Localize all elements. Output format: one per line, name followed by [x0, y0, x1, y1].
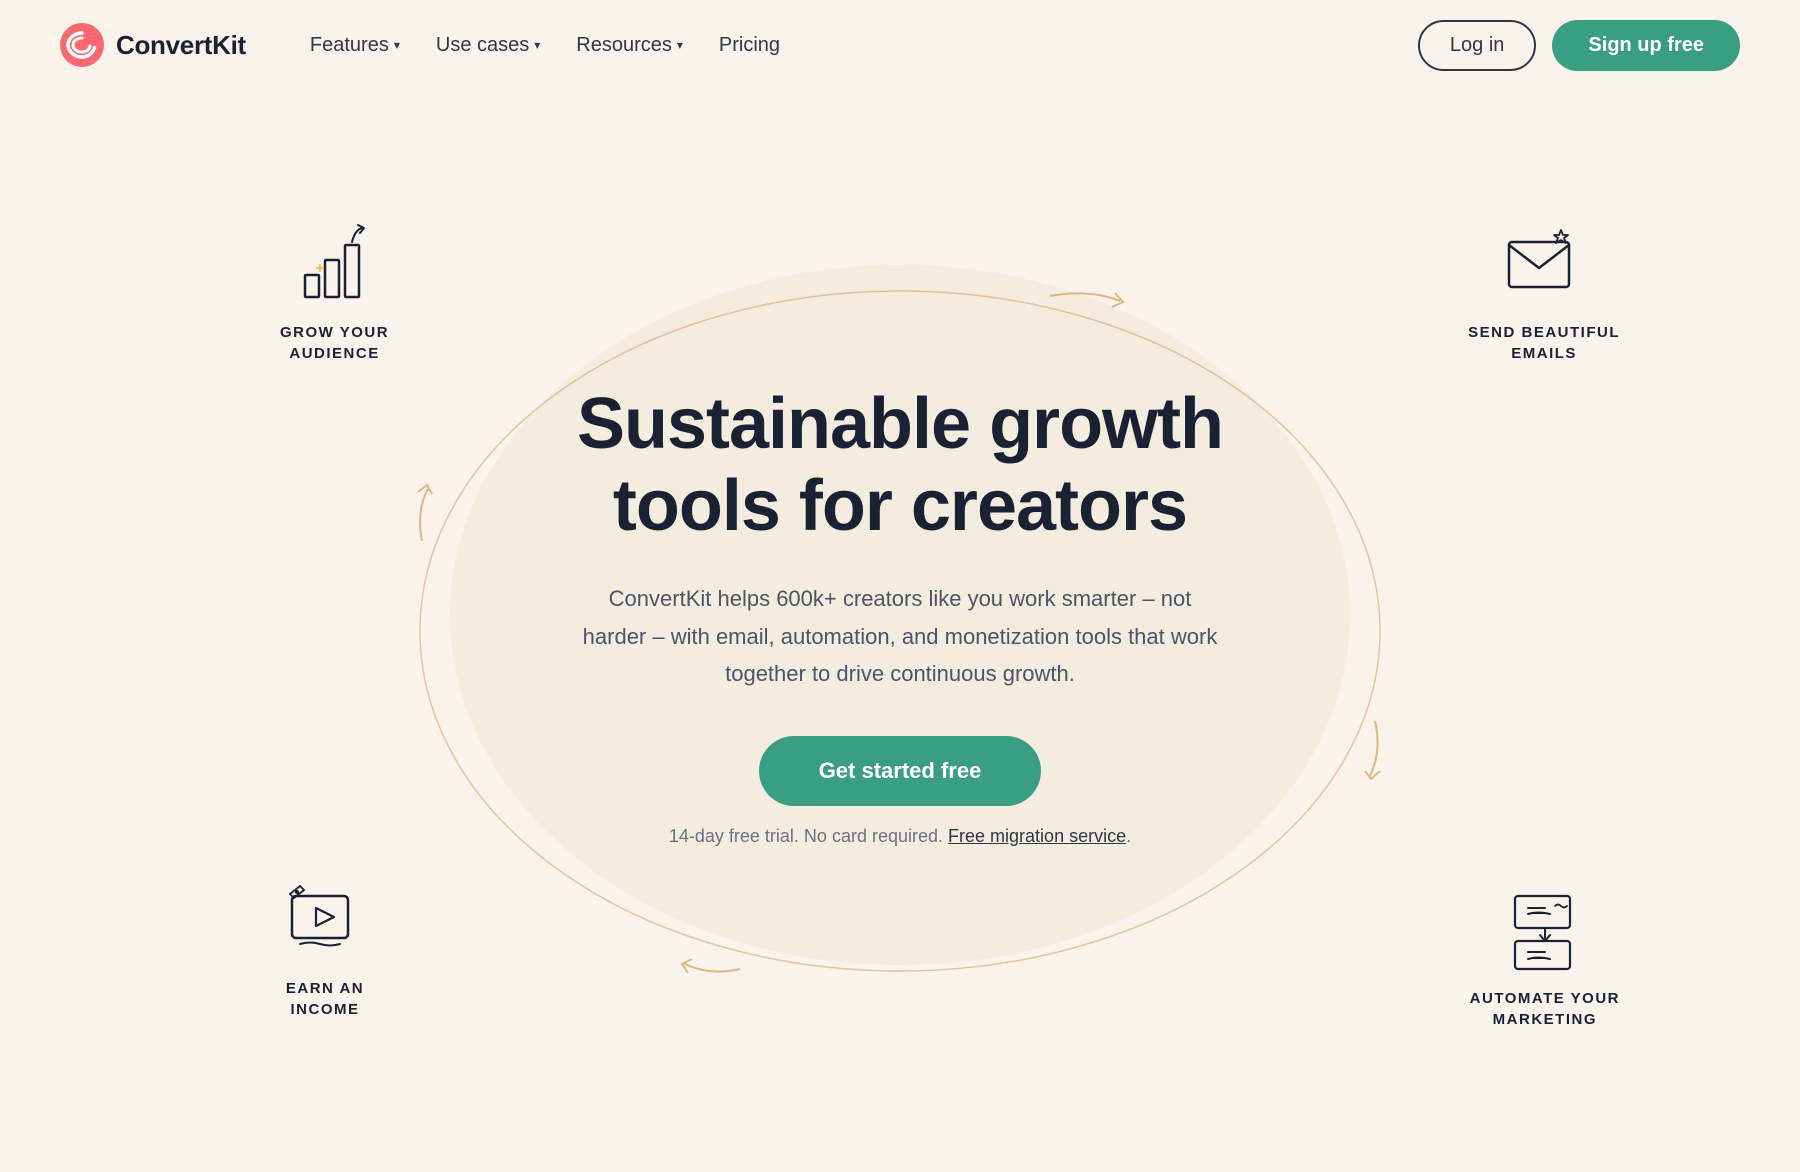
hero-section: GROW YOURAUDIENCE SEND BEAUTIFULEMAILS	[0, 90, 1800, 1140]
login-button[interactable]: Log in	[1418, 20, 1537, 71]
feature-automate: AUTOMATE YOURMARKETING	[1470, 886, 1620, 1030]
navigation: ConvertKit Features ▾ Use cases ▾ Resour…	[0, 0, 1800, 90]
hero-subtitle: ConvertKit helps 600k+ creators like you…	[580, 580, 1220, 692]
grow-label: GROW YOURAUDIENCE	[280, 322, 389, 364]
nav-pricing[interactable]: Pricing	[705, 26, 794, 65]
feature-email: SEND BEAUTIFULEMAILS	[1468, 220, 1620, 364]
automate-icon	[1500, 886, 1590, 976]
income-icon	[280, 876, 370, 966]
chevron-down-icon: ▾	[394, 38, 400, 52]
logo-text: ConvertKit	[116, 30, 246, 61]
trial-info: 14-day free trial. No card required. Fre…	[540, 826, 1260, 847]
nav-use-cases[interactable]: Use cases ▾	[422, 26, 554, 65]
grow-icon	[290, 220, 380, 310]
nav-left: ConvertKit Features ▾ Use cases ▾ Resour…	[60, 23, 794, 67]
nav-links: Features ▾ Use cases ▾ Resources ▾ Prici…	[296, 26, 794, 65]
hero-title: Sustainable growth tools for creators	[540, 383, 1260, 549]
income-label: EARN ANINCOME	[286, 978, 364, 1020]
nav-resources[interactable]: Resources ▾	[562, 26, 697, 65]
signup-button[interactable]: Sign up free	[1552, 20, 1740, 71]
email-icon	[1499, 220, 1589, 310]
email-label: SEND BEAUTIFULEMAILS	[1468, 322, 1620, 364]
chevron-down-icon: ▾	[677, 38, 683, 52]
automate-label: AUTOMATE YOURMARKETING	[1470, 988, 1620, 1030]
feature-grow: GROW YOURAUDIENCE	[280, 220, 389, 364]
logo-icon	[60, 23, 104, 67]
migration-link[interactable]: Free migration service	[948, 826, 1126, 846]
logo[interactable]: ConvertKit	[60, 23, 246, 67]
nav-right: Log in Sign up free	[1418, 20, 1740, 71]
nav-features[interactable]: Features ▾	[296, 26, 414, 65]
chevron-down-icon: ▾	[534, 38, 540, 52]
cta-button[interactable]: Get started free	[759, 736, 1042, 806]
hero-content: Sustainable growth tools for creators Co…	[540, 383, 1260, 848]
feature-income: EARN ANINCOME	[280, 876, 370, 1020]
